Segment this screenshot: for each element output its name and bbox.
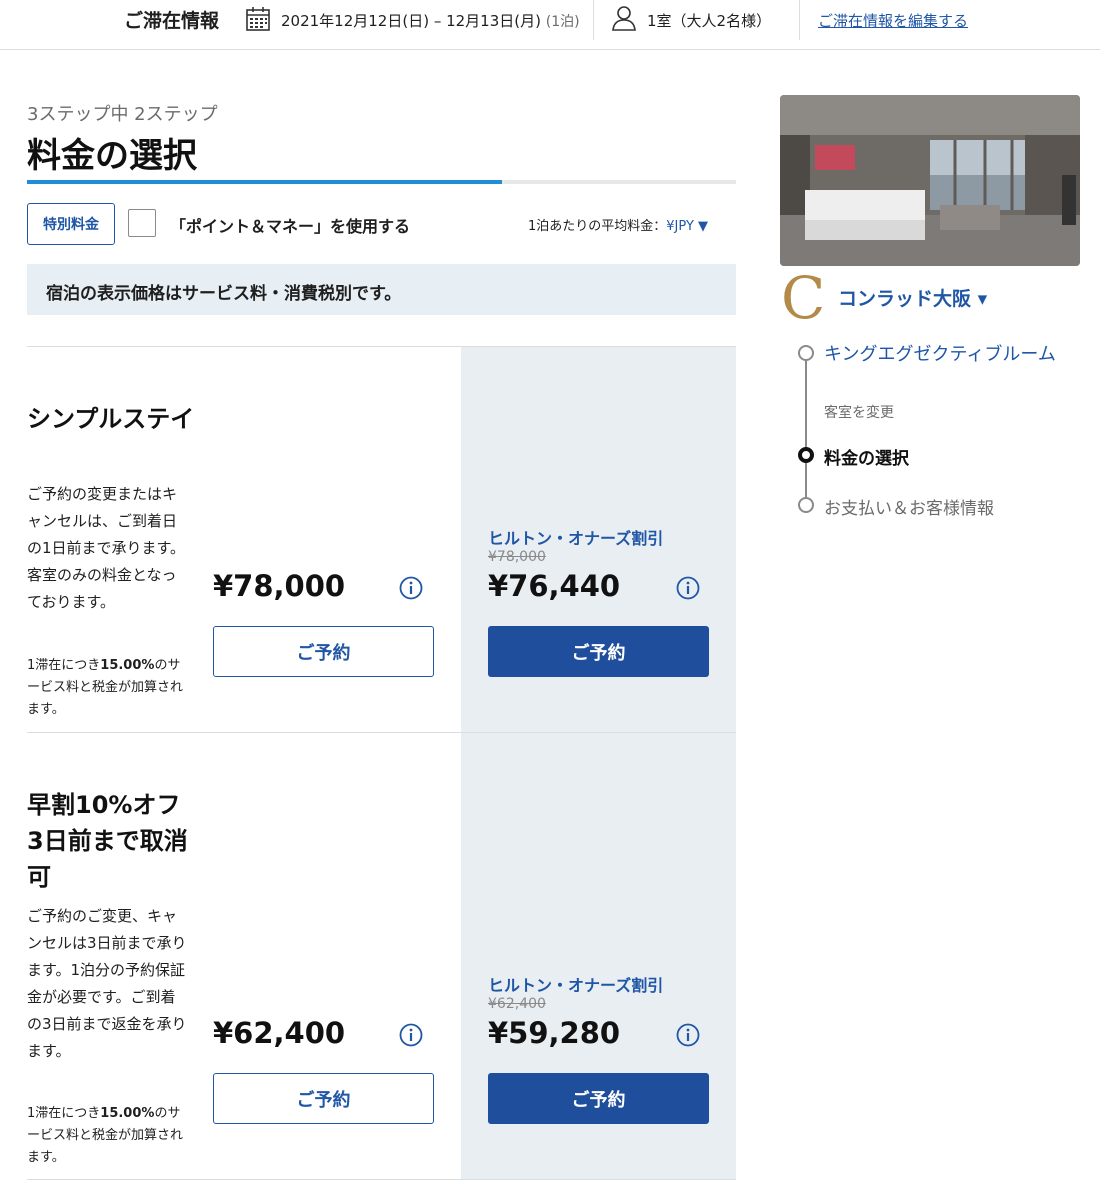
progress-bar: [27, 180, 736, 184]
hotel-logo: C: [781, 264, 826, 332]
tax-percent: 15.00%: [100, 658, 155, 673]
info-icon[interactable]: [676, 1023, 700, 1047]
hotel-room-photo: [780, 95, 1080, 266]
change-room-link[interactable]: 客室を変更: [824, 402, 894, 422]
avg-rate-text: 1泊あたりの平均料金：: [528, 219, 667, 234]
tax-prefix: 1滞在につき: [27, 1106, 101, 1121]
hotel-name-dropdown[interactable]: コンラッド大阪 ▾: [838, 284, 987, 311]
original-price: ¥78,000: [488, 549, 546, 565]
rate-row: 早割10%オフ3日前まで取消可 ご予約のご変更、キャンセルは3日前まで承ります。…: [27, 732, 736, 1180]
timeline-current-dot: [798, 447, 814, 463]
honors-book-button[interactable]: ご予約: [488, 626, 709, 677]
honors-price: ¥59,280: [488, 1016, 621, 1050]
timeline-step-dot: [798, 345, 814, 361]
timeline-next-step: お支払い＆お客様情報: [824, 499, 994, 519]
info-icon[interactable]: [676, 576, 700, 600]
book-button[interactable]: ご予約: [213, 626, 434, 677]
honors-book-button[interactable]: ご予約: [488, 1073, 709, 1124]
standard-price: ¥78,000: [213, 569, 346, 603]
rate-description: ご予約のご変更、キャンセルは3日前まで承ります。1泊分の予約保証金が必要です。ご…: [27, 907, 187, 1060]
progress-bar-fill: [27, 180, 503, 184]
stay-date-range: 2021年12月12日(日) – 12月13日(月): [281, 12, 541, 30]
rate-row: シンプルステイ ご予約の変更またはキャンセルは、ご到着日の1日前まで承ります。客…: [27, 346, 736, 732]
timeline-step-dot: [798, 497, 814, 513]
rate-name: 早割10%オフ3日前まで取消可: [27, 791, 188, 891]
rate-tax-note: 1滞在につき15.00%のサービス料と税金が加算されます。: [27, 1103, 192, 1169]
divider: [593, 0, 594, 40]
points-money-label: 「ポイント＆マネー」を使用する: [170, 217, 411, 236]
rate-tax-note: 1滞在につき15.00%のサービス料と税金が加算されます。: [27, 655, 192, 721]
tax-prefix: 1滞在につき: [27, 658, 101, 673]
original-price: ¥62,400: [488, 996, 546, 1012]
step-indicator: 3ステップ中 2ステップ: [27, 104, 218, 125]
honors-price: ¥76,440: [488, 569, 621, 603]
honors-discount-label: ヒルトン・オナーズ割引: [488, 529, 664, 548]
timeline-current-step: 料金の選択: [824, 449, 909, 469]
info-icon[interactable]: [399, 1023, 423, 1047]
stay-dates: 2021年12月12日(日) – 12月13日(月) (1泊): [281, 10, 580, 31]
tax-notice: 宿泊の表示価格はサービス料・消費税別です。: [27, 264, 736, 315]
rooms-guests: 1室（大人2名様）: [647, 12, 772, 30]
divider: [27, 1179, 736, 1180]
page-title: 料金の選択: [27, 136, 197, 176]
special-rate-button[interactable]: 特別料金: [27, 203, 115, 245]
rate-name: シンプルステイ: [27, 405, 195, 433]
calendar-icon: [246, 7, 270, 31]
info-icon[interactable]: [399, 576, 423, 600]
stay-info-title: ご滞在情報: [124, 10, 220, 32]
edit-stay-link[interactable]: ご滞在情報を編集する: [818, 10, 968, 31]
person-icon: [612, 6, 636, 31]
honors-discount-label: ヒルトン・オナーズ割引: [488, 976, 664, 995]
stay-info-bar: ご滞在情報 2021年12月12日(日) – 12月13日(月) (1泊) 1室…: [0, 0, 1100, 50]
selected-room-link[interactable]: キングエグゼクティブルーム: [824, 340, 1064, 370]
tax-notice-text: 宿泊の表示価格はサービス料・消費税別です。: [46, 284, 402, 304]
stay-nights: (1泊): [545, 14, 580, 30]
book-button[interactable]: ご予約: [213, 1073, 434, 1124]
divider: [799, 0, 800, 40]
rate-description: ご予約の変更またはキャンセルは、ご到着日の1日前まで承ります。客室のみの料金とな…: [27, 485, 186, 611]
booking-timeline: [805, 355, 807, 505]
currency-selector[interactable]: ¥JPY ▼: [666, 219, 708, 234]
points-money-checkbox[interactable]: [128, 209, 156, 237]
avg-rate-label: 1泊あたりの平均料金：¥JPY ▼: [528, 215, 708, 234]
tax-percent: 15.00%: [100, 1106, 155, 1121]
standard-price: ¥62,400: [213, 1016, 346, 1050]
